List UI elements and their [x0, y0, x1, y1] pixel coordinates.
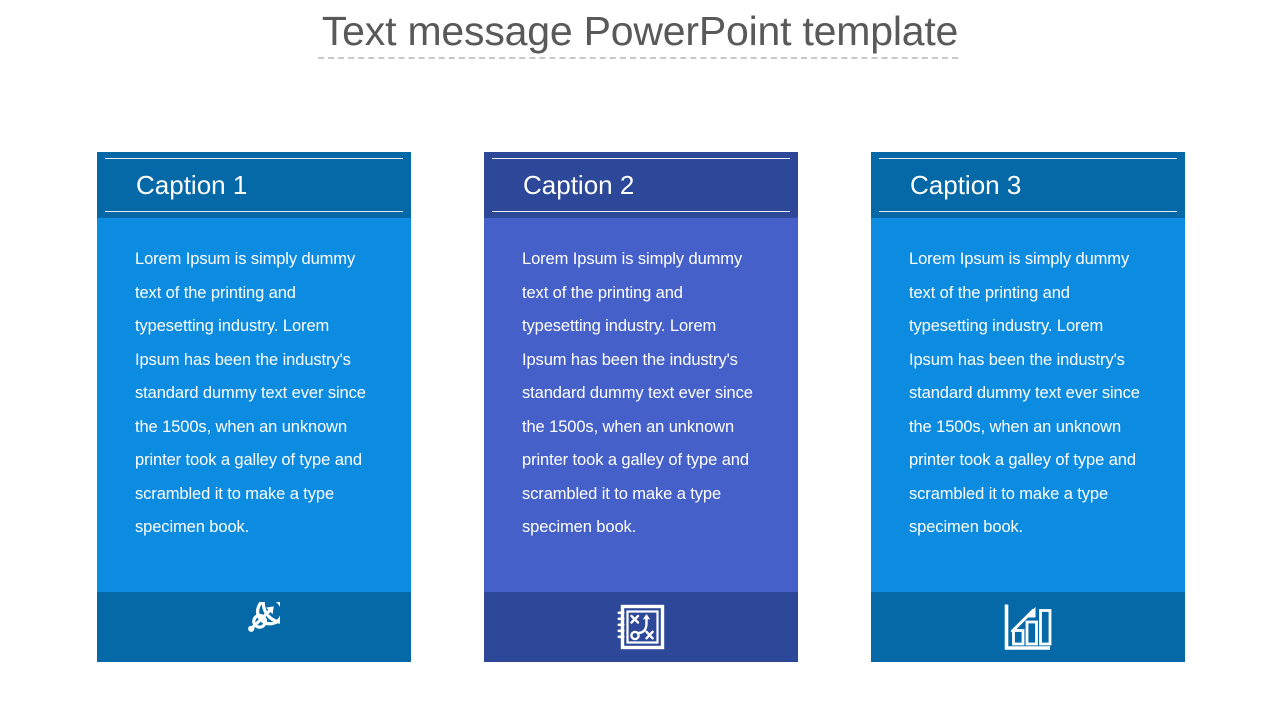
card-3-body: Lorem Ipsum is simply dummy text of the …	[871, 218, 1185, 592]
card-1-body: Lorem Ipsum is simply dummy text of the …	[97, 218, 411, 592]
card-1-header: Caption 1	[97, 152, 411, 218]
card-1-header-top-rule	[105, 158, 403, 159]
card-2-caption: Caption 2	[523, 170, 635, 200]
card-3-footer	[871, 592, 1185, 662]
cards-row: Caption 1 Lorem Ipsum is simply dummy te…	[97, 152, 1185, 662]
bar-chart-growth-icon	[1002, 602, 1054, 652]
card-2[interactable]: Caption 2 Lorem Ipsum is simply dummy te…	[484, 152, 798, 662]
card-3-caption: Caption 3	[910, 170, 1022, 200]
card-2-body: Lorem Ipsum is simply dummy text of the …	[484, 218, 798, 592]
card-3-header-bottom-rule	[879, 211, 1177, 212]
card-1-footer	[97, 592, 411, 662]
card-2-footer	[484, 592, 798, 662]
card-3-text: Lorem Ipsum is simply dummy text of the …	[909, 250, 1140, 536]
page-title: Text message PowerPoint template	[321, 8, 959, 54]
card-3[interactable]: Caption 3 Lorem Ipsum is simply dummy te…	[871, 152, 1185, 662]
strategy-playbook-icon	[616, 603, 666, 651]
card-1-header-bottom-rule	[105, 211, 403, 212]
card-1-caption: Caption 1	[136, 170, 248, 200]
slide-title-container: Text message PowerPoint template	[0, 6, 1280, 56]
card-2-header: Caption 2	[484, 152, 798, 218]
card-2-header-bottom-rule	[492, 211, 790, 212]
card-1-text: Lorem Ipsum is simply dummy text of the …	[135, 250, 366, 536]
card-2-text: Lorem Ipsum is simply dummy text of the …	[522, 250, 753, 536]
card-3-header: Caption 3	[871, 152, 1185, 218]
card-3-header-top-rule	[879, 158, 1177, 159]
card-1[interactable]: Caption 1 Lorem Ipsum is simply dummy te…	[97, 152, 411, 662]
card-2-header-top-rule	[492, 158, 790, 159]
target-arrow-icon	[228, 602, 280, 652]
title-divider	[318, 57, 958, 59]
